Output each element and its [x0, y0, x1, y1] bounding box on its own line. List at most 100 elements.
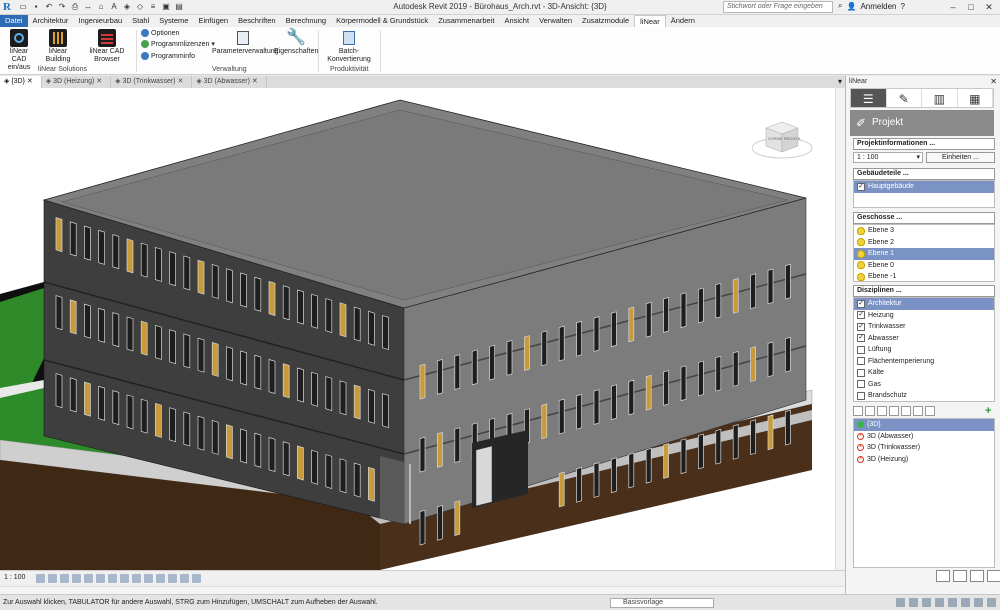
- programmlizenzen-button[interactable]: Programmlizenzen ▾: [141, 40, 215, 48]
- save-icon[interactable]: ▪: [31, 2, 41, 12]
- checkbox[interactable]: [857, 368, 865, 377]
- list-item[interactable]: Gas: [854, 379, 994, 391]
- list-item[interactable]: × 3D (Abwasser): [854, 431, 994, 443]
- close-tab-icon[interactable]: ✕: [250, 78, 258, 85]
- viewport-vertical-scrollbar[interactable]: [835, 88, 845, 570]
- list-item[interactable]: Ebene 3: [854, 225, 994, 237]
- ribbon-tab[interactable]: Einfügen: [193, 15, 233, 27]
- ribbon-tab[interactable]: liNear: [634, 15, 666, 27]
- ribbon-tab[interactable]: Ingenieurbau: [73, 15, 127, 27]
- analytical-model-icon[interactable]: [168, 574, 177, 583]
- drag-elements-icon[interactable]: [961, 598, 970, 607]
- 3d-view-icon[interactable]: ◈: [122, 2, 132, 12]
- ribbon-tab[interactable]: Datei: [0, 15, 28, 27]
- visual-style-icon[interactable]: [48, 574, 57, 583]
- einheiten-button[interactable]: Einheiten ...: [926, 152, 995, 163]
- view-tool-5-icon[interactable]: [901, 406, 911, 416]
- view-tab[interactable]: ◈ 3D (Abwasser) ✕: [192, 76, 267, 88]
- select-by-face-icon[interactable]: [948, 598, 957, 607]
- print-views-icon[interactable]: [936, 570, 950, 582]
- checkbox[interactable]: ✓: [857, 334, 865, 343]
- library-icon[interactable]: ▥: [922, 89, 958, 107]
- list-item[interactable]: ✓ Trinkwasser: [854, 321, 994, 333]
- list-item[interactable]: Kälte: [854, 367, 994, 379]
- linear-building-button[interactable]: liNear Building: [38, 29, 78, 64]
- shadows-icon[interactable]: [72, 574, 81, 583]
- thin-lines-icon[interactable]: ≡: [148, 2, 158, 12]
- checkbox[interactable]: [857, 391, 865, 400]
- temp-view-icon[interactable]: [156, 574, 165, 583]
- detail-level-icon[interactable]: [36, 574, 45, 583]
- close-icon[interactable]: ✕: [980, 0, 998, 14]
- checkbox[interactable]: ✓: [857, 322, 865, 331]
- view-cube[interactable]: VORNE RECHTS: [751, 118, 816, 160]
- export-views-icon[interactable]: [953, 570, 967, 582]
- list-item[interactable]: Brandschutz: [854, 390, 994, 402]
- optionen-button[interactable]: Optionen: [141, 29, 179, 37]
- checkbox[interactable]: [857, 357, 865, 366]
- view-tool-4-icon[interactable]: [889, 406, 899, 416]
- help-icon[interactable]: ?: [900, 2, 904, 11]
- ribbon-tab[interactable]: Ansicht: [499, 15, 534, 27]
- undo-icon[interactable]: ↶: [44, 2, 54, 12]
- close-hidden-icon[interactable]: ▣: [161, 2, 171, 12]
- list-item[interactable]: ✓ Heizung: [854, 310, 994, 322]
- search-input[interactable]: Stichwort oder Frage eingeben: [723, 1, 833, 13]
- geschosse-button[interactable]: Geschosse ...: [853, 212, 995, 224]
- filter-icon[interactable]: [974, 598, 983, 607]
- design-option-selector[interactable]: Basisvorlage: [610, 598, 714, 608]
- ribbon-tab[interactable]: Zusatzmodule: [577, 15, 634, 27]
- worksets-icon[interactable]: [896, 598, 905, 607]
- 3d-viewport[interactable]: VORNE RECHTS: [0, 88, 835, 570]
- tab-overflow-icon[interactable]: ▾: [838, 76, 842, 88]
- grid-icon[interactable]: ▦: [958, 89, 993, 107]
- settings-sliders-icon[interactable]: ☰: [851, 89, 887, 107]
- ribbon-tab[interactable]: Architektur: [28, 15, 74, 27]
- ribbon-tab[interactable]: Verwalten: [534, 15, 577, 27]
- checkbox[interactable]: ✓: [857, 311, 865, 320]
- reveal-hidden-icon[interactable]: [144, 574, 153, 583]
- view-tool-6-icon[interactable]: [913, 406, 923, 416]
- lightbulb-icon[interactable]: [857, 249, 865, 258]
- lightbulb-icon[interactable]: [857, 238, 865, 247]
- batch-konvertierung-button[interactable]: Batch-Konvertierung: [320, 29, 378, 64]
- ribbon-tab[interactable]: Beschriften: [233, 15, 281, 27]
- underlay-icon[interactable]: [935, 598, 944, 607]
- list-item[interactable]: Ebene 2: [854, 237, 994, 249]
- view-tab[interactable]: ◈ 3D (Heizung) ✕: [42, 76, 112, 88]
- delete-view-icon[interactable]: [987, 570, 1000, 582]
- list-item[interactable]: × 3D (Trinkwasser): [854, 442, 994, 454]
- minimize-icon[interactable]: –: [944, 0, 962, 14]
- view-tab[interactable]: ◈ 3D (Trinkwasser) ✕: [111, 76, 193, 88]
- links-icon[interactable]: [909, 598, 918, 607]
- gebaeudeteile-button[interactable]: Gebäudeteile ...: [853, 168, 995, 180]
- measure-icon[interactable]: ↔: [83, 2, 93, 12]
- list-item[interactable]: Ebene 0: [854, 260, 994, 272]
- view-settings-icon[interactable]: [970, 570, 984, 582]
- lightbulb-icon[interactable]: [857, 261, 865, 270]
- checkbox[interactable]: [857, 345, 865, 354]
- open-icon[interactable]: ▭: [18, 2, 28, 12]
- ribbon-tab[interactable]: Körpermodell & Grundstück: [331, 15, 433, 27]
- pencil-icon[interactable]: ✎: [887, 89, 922, 107]
- checkbox[interactable]: [857, 380, 865, 389]
- view-tool-7-icon[interactable]: [925, 406, 935, 416]
- funnel-count-icon[interactable]: [987, 598, 996, 607]
- list-item[interactable]: ✓ Abwasser: [854, 333, 994, 345]
- redo-icon[interactable]: ↷: [57, 2, 67, 12]
- list-item[interactable]: Ebene -1: [854, 271, 994, 283]
- list-item[interactable]: ✓ Architektur: [854, 298, 994, 310]
- viewport-horizontal-scrollbar[interactable]: [0, 586, 845, 594]
- ribbon-tab[interactable]: Systeme: [154, 15, 193, 27]
- ribbon-tab[interactable]: Ändern: [666, 15, 700, 27]
- parameterverwaltung-button[interactable]: Parameterverwaltung: [212, 29, 279, 56]
- linear-cad-browser-button[interactable]: liNear CAD Browser: [80, 29, 134, 64]
- add-view-icon[interactable]: +: [985, 406, 995, 417]
- close-tab-icon[interactable]: ✕: [25, 78, 33, 85]
- projektinformationen-button[interactable]: Projektinformationen ...: [853, 138, 995, 150]
- view-tab[interactable]: ◈ {3D} ✕: [0, 76, 42, 88]
- section-icon[interactable]: ◇: [135, 2, 145, 12]
- render-icon[interactable]: [84, 574, 93, 583]
- signin-link[interactable]: Anmelden: [860, 2, 896, 11]
- view-tool-1-icon[interactable]: [853, 406, 863, 416]
